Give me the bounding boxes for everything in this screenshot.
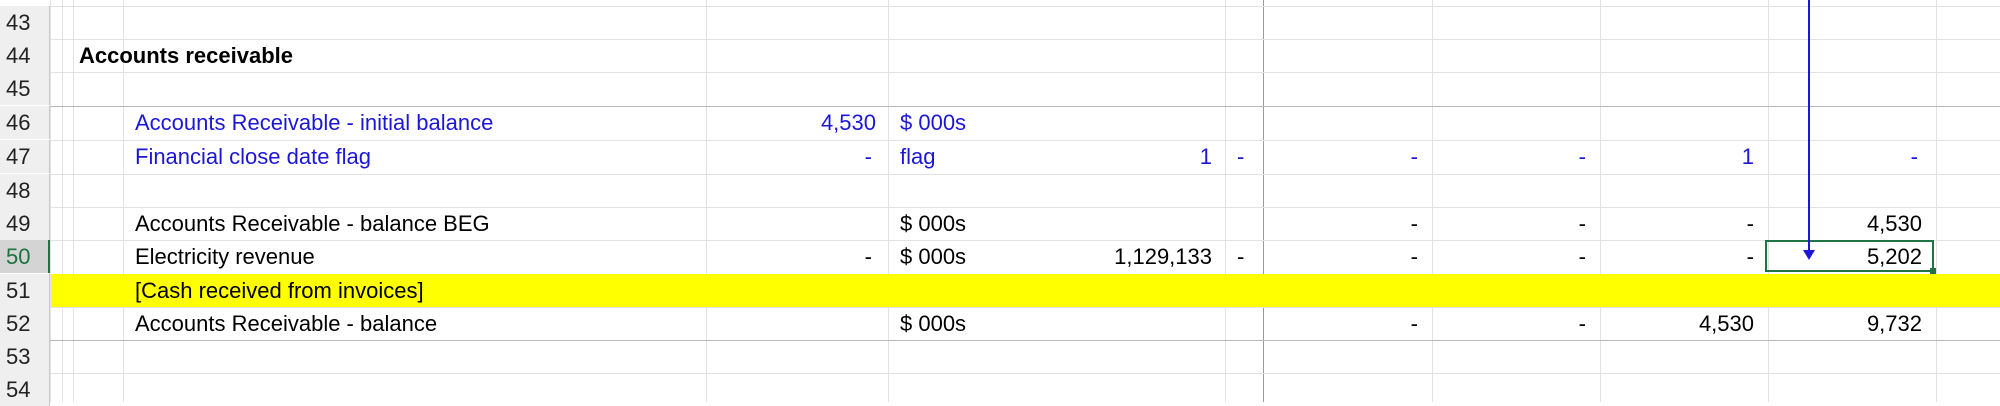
trace-arrow	[1803, 0, 1815, 260]
trace-arrow-head	[1803, 250, 1815, 260]
